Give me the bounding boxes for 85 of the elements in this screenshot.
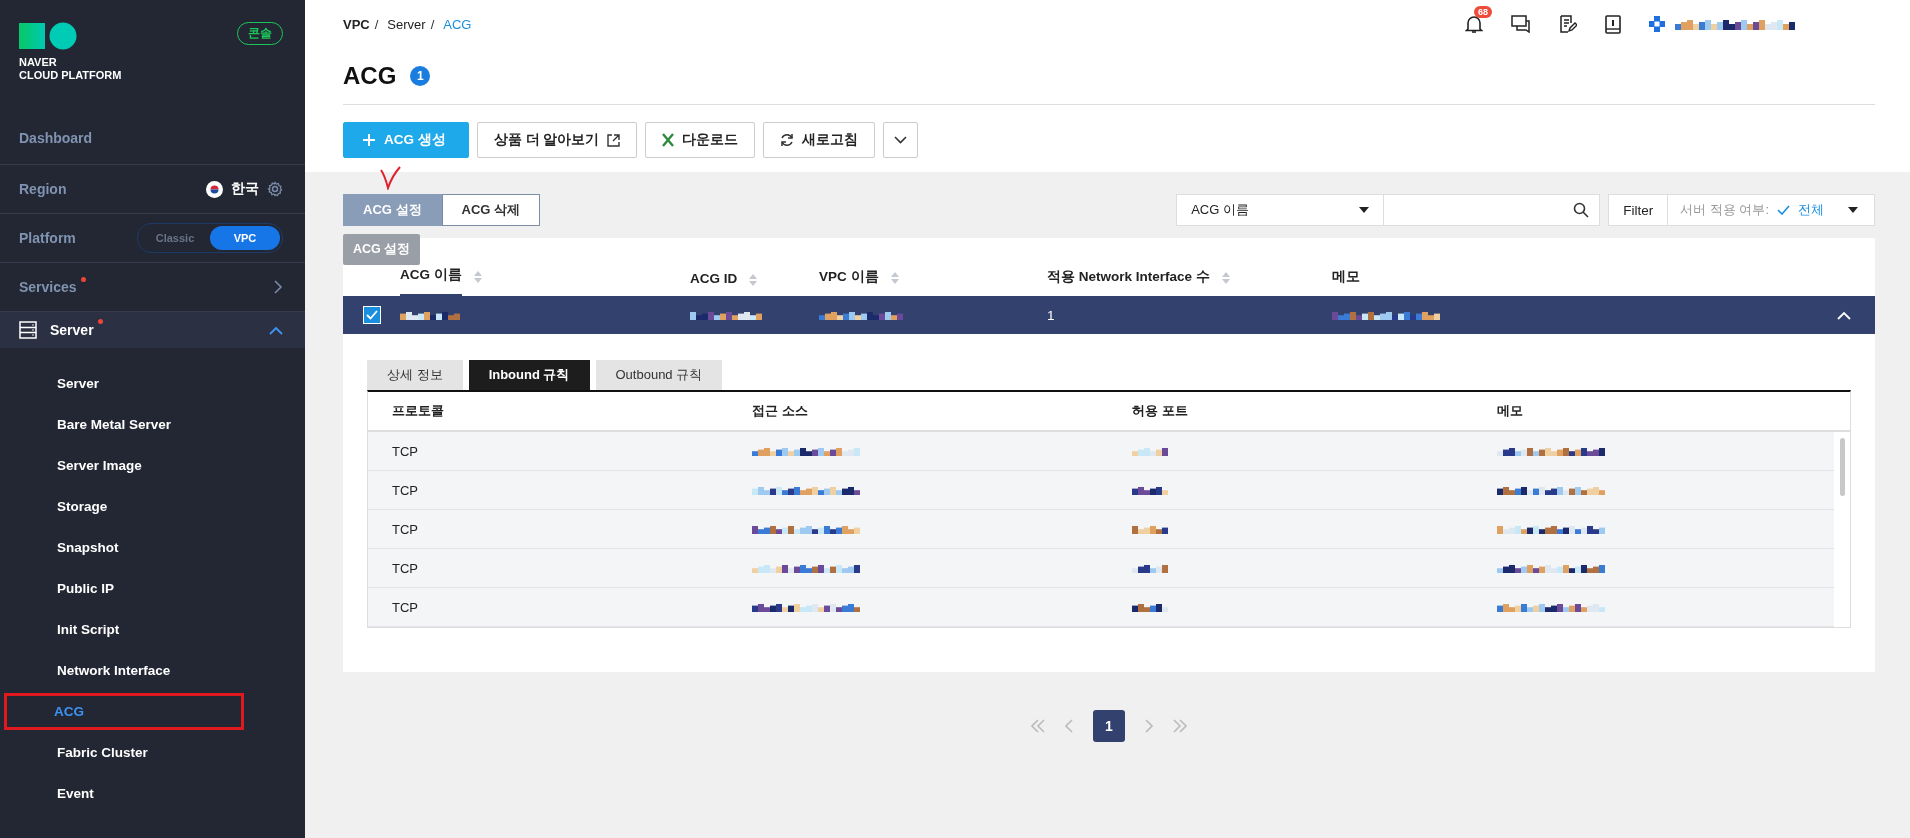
server-icon <box>19 321 37 339</box>
chevron-right-icon[interactable] <box>273 279 283 295</box>
note-edit-icon[interactable] <box>1559 15 1577 33</box>
table-cell: TCP <box>392 521 418 537</box>
breadcrumb-separator: / <box>374 16 379 32</box>
search-field-select[interactable]: ACG 이름 <box>1176 194 1385 226</box>
filter-button[interactable]: Filter <box>1609 195 1669 225</box>
sidebar-item[interactable]: Public IP <box>57 581 114 596</box>
download-button[interactable]: 다운로드 <box>645 122 756 158</box>
column-header[interactable]: 적용 Network Interface 수 <box>1047 260 1210 296</box>
search-icon[interactable] <box>1573 202 1590 218</box>
page-button[interactable]: 1 <box>1093 710 1125 742</box>
logo-text: NAVER <box>19 56 58 69</box>
sidebar-item[interactable]: Server Image <box>57 458 142 473</box>
table-row[interactable]: 1 <box>343 296 1875 334</box>
detail-tab[interactable]: 상세 정보 <box>367 360 463 390</box>
tooltip: ACG 설정 <box>343 234 421 265</box>
column-header: 접근 소스 <box>752 403 808 418</box>
page-title: ACG <box>343 62 397 90</box>
dashboard-link[interactable]: Dashboard <box>19 130 93 146</box>
redacted-text-drawing <box>1132 484 1168 495</box>
search-field[interactable] <box>1384 194 1601 226</box>
plus-icon <box>362 133 376 147</box>
sidebar-item[interactable]: Event <box>57 786 94 801</box>
dropdown-arrow-icon <box>1848 207 1858 213</box>
table-cell: TCP <box>392 560 418 576</box>
excel-icon <box>662 133 675 147</box>
services-link[interactable]: Services <box>19 279 77 295</box>
redacted-text-drawing <box>1132 445 1168 456</box>
breadcrumb-link[interactable]: Server <box>387 16 426 32</box>
column-header[interactable]: 메모 <box>1332 260 1360 296</box>
refresh-button[interactable]: 새로고침 <box>763 122 876 158</box>
table-cell: TCP <box>392 443 418 459</box>
platform-label: Platform <box>19 230 76 246</box>
table-cell: TCP <box>392 482 418 498</box>
book-icon[interactable] <box>1605 14 1621 34</box>
breadcrumb-link[interactable]: VPC <box>343 16 370 32</box>
sidebar-item[interactable]: Fabric Cluster <box>57 745 148 760</box>
breadcrumb-link[interactable]: ACG <box>443 16 472 32</box>
settings-icon[interactable] <box>267 181 283 197</box>
flag-icon <box>206 180 223 198</box>
redacted-text-drawing <box>1132 523 1168 534</box>
column-header: 프로토콜 <box>392 403 444 418</box>
table-cell: TCP <box>392 599 418 615</box>
table-cell: 1 <box>1047 307 1055 323</box>
sidebar-item[interactable]: Server <box>57 376 100 391</box>
column-header: 허용 포트 <box>1132 403 1188 418</box>
external-link-icon <box>607 133 621 147</box>
region-value[interactable]: 한국 <box>231 180 259 198</box>
redacted-text-drawing <box>1132 601 1168 612</box>
more-dropdown-button[interactable] <box>883 122 919 158</box>
column-header[interactable]: VPC 이름 <box>819 260 879 296</box>
bell-icon[interactable] <box>1465 14 1483 34</box>
dropdown-arrow-icon <box>1359 207 1370 213</box>
redacted-text-drawing <box>400 309 460 320</box>
refresh-icon <box>780 133 795 147</box>
column-header: 메모 <box>1497 403 1523 418</box>
logo-text: CLOUD PLATFORM <box>19 69 122 82</box>
platform-option[interactable]: VPC <box>210 226 280 250</box>
sidebar-item[interactable]: Init Script <box>57 622 120 637</box>
detail-tab[interactable]: Outbound 규칙 <box>595 360 723 390</box>
detail-tab[interactable]: Inbound 규칙 <box>468 360 590 390</box>
breadcrumb-separator: / <box>430 16 435 32</box>
section-title[interactable]: Server <box>50 322 94 338</box>
chat-icon[interactable] <box>1511 15 1531 33</box>
checkbox[interactable] <box>362 306 381 324</box>
redacted-text-drawing <box>1132 562 1168 573</box>
sidebar-item[interactable]: Bare Metal Server <box>57 417 172 432</box>
check-mark-icon <box>379 166 401 190</box>
filter-dropdown[interactable]: 서버 적용 여부: 전체 <box>1668 195 1874 225</box>
action-button[interactable]: ACG 삭제 <box>441 194 540 226</box>
check-icon <box>1777 205 1790 215</box>
region-label: Region <box>19 181 67 197</box>
user-icon[interactable] <box>1649 16 1665 32</box>
caret-icon <box>894 136 908 144</box>
chevron-icon[interactable] <box>269 325 283 335</box>
sidebar-item[interactable]: Snapshot <box>57 540 119 555</box>
column-header[interactable]: ACG ID <box>690 263 738 296</box>
learn-more-button[interactable]: 상품 더 알아보기 <box>476 122 638 158</box>
sidebar-item[interactable]: ACG <box>54 704 84 719</box>
count-badge: 1 <box>410 66 431 86</box>
notification-badge: 68 <box>1474 6 1492 18</box>
sidebar-item[interactable]: Storage <box>57 499 108 514</box>
sidebar-item[interactable]: Network Interface <box>57 663 171 678</box>
collapse-icon[interactable] <box>1837 311 1851 320</box>
